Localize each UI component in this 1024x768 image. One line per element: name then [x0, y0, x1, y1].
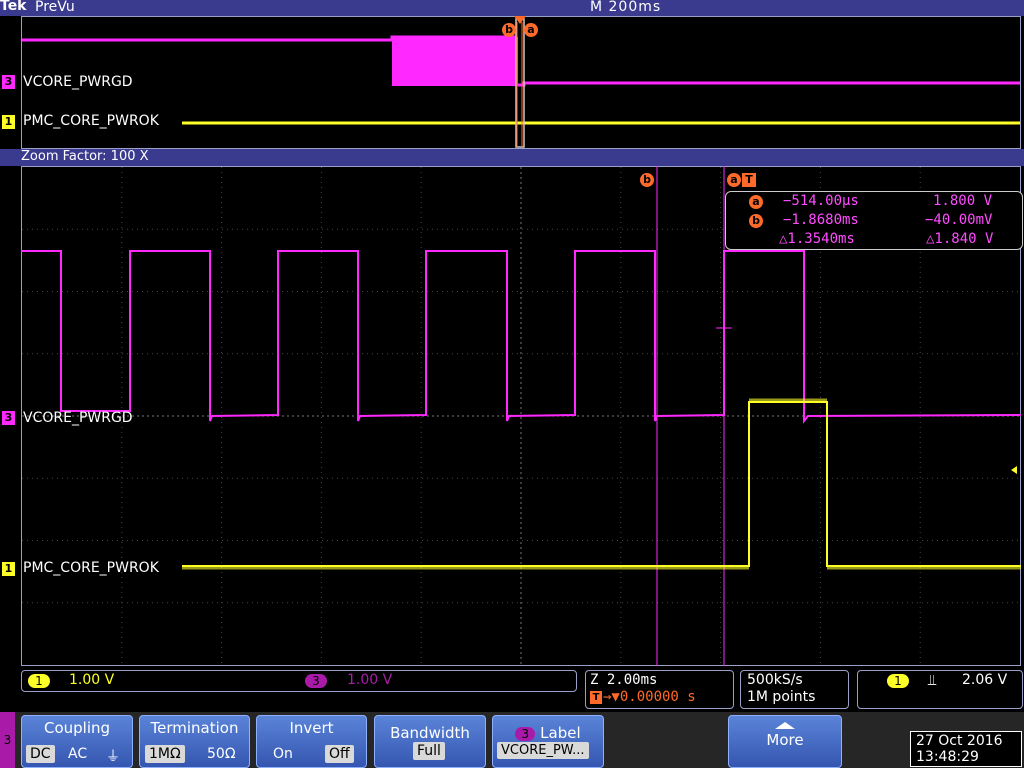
acquisition-panel[interactable]: 500kS/s 1M points	[740, 670, 849, 709]
termination-50ohm-option[interactable]: 50Ω	[203, 745, 240, 763]
timebase-readout: M 200ms	[590, 0, 662, 15]
ch3-trace	[21, 250, 1022, 424]
sample-rate: 500kS/s	[747, 672, 803, 688]
overview-ch1-marker[interactable]: 1	[2, 115, 15, 129]
coupling-ac-option[interactable]: AC	[64, 745, 91, 763]
bandwidth-button[interactable]: Bandwidth Full	[374, 715, 486, 768]
zoom-factor-label: Zoom Factor: 100 X	[21, 149, 149, 164]
termination-title: Termination	[150, 719, 239, 737]
ch3-ground-marker[interactable]: 3	[2, 411, 15, 425]
ch1-ground-marker[interactable]: 1	[2, 562, 15, 576]
trigger-position-icon[interactable]: T	[742, 173, 756, 187]
invert-title: Invert	[289, 719, 334, 737]
more-title: More	[766, 731, 804, 749]
cursor-b-badge[interactable]: b	[640, 173, 654, 187]
record-length: 1M points	[747, 689, 816, 705]
bandwidth-value: Full	[413, 742, 445, 760]
zoom-bar	[0, 149, 1024, 166]
ch3-scale-badge: 3	[305, 674, 327, 688]
readout-a-voltage: 1.800 V	[933, 193, 993, 209]
overview-ch3-burst	[392, 37, 518, 86]
coupling-dc-option[interactable]: DC	[26, 745, 55, 763]
label-title-row: 3 Label	[493, 724, 603, 742]
zoom-scale: Z 2.00ms	[590, 672, 658, 688]
overview-ch1-label: PMC_CORE_PWROK	[23, 113, 159, 129]
channel-scale-panel[interactable]: 1 1.00 V 3 1.00 V	[21, 670, 577, 692]
readout-b-time: −1.8680ms	[783, 212, 859, 228]
overview-cursor-a-badge[interactable]: a	[524, 23, 538, 37]
label-value: VCORE_PW...	[497, 742, 589, 759]
acquisition-mode: PreVu	[35, 0, 75, 15]
invert-button[interactable]: Invert On Off	[256, 715, 367, 768]
menu-channel-indicator: 3	[0, 712, 15, 768]
ch1-trace	[182, 401, 1021, 567]
zoom-position: →▼0.00000 s	[603, 689, 696, 705]
readout-delta-voltage: △1.840 V	[926, 231, 994, 247]
trigger-level: 2.06 V	[962, 672, 1008, 688]
overview-trigger-icon	[514, 16, 526, 24]
ch1-scale-badge: 1	[28, 674, 50, 688]
trigger-panel[interactable]: 1 ⫫ 2.06 V	[857, 670, 1023, 709]
cursor-readout: a −514.00µs 1.800 V b −1.8680ms −40.00mV…	[725, 191, 1023, 250]
overview-ch3-low	[518, 81, 1020, 87]
brand-logo: Tek	[0, 0, 27, 14]
overview-traces	[22, 18, 1020, 148]
invert-off-option[interactable]: Off	[325, 745, 354, 763]
label-title: Label	[540, 724, 581, 742]
date: 27 Oct 2016	[916, 733, 1003, 749]
bandwidth-title: Bandwidth	[390, 724, 470, 742]
coupling-title: Coupling	[43, 719, 111, 737]
overview-ch3-label: VCORE_PWRGD	[23, 74, 133, 90]
cursor-a-badge[interactable]: a	[727, 173, 741, 187]
coupling-ground-icon[interactable]: ⏚	[102, 745, 124, 767]
ch1-scale: 1.00 V	[69, 672, 115, 688]
label-button[interactable]: 3 Label VCORE_PW...	[492, 715, 604, 768]
trigger-level-marker	[1011, 466, 1017, 474]
date-time-display: 27 Oct 2016 13:48:29	[910, 731, 1022, 767]
status-bar	[0, 0, 1024, 16]
trigger-slope-icon: ⫫	[928, 671, 937, 689]
readout-a-badge: a	[749, 195, 763, 209]
overview-cursor-b-badge[interactable]: b	[502, 23, 516, 37]
more-button[interactable]: More	[728, 715, 842, 768]
trigger-delay-icon: T	[590, 691, 602, 704]
invert-on-option[interactable]: On	[269, 745, 297, 763]
readout-a-time: −514.00µs	[783, 193, 859, 209]
ch1-waveform-label: PMC_CORE_PWROK	[23, 560, 159, 576]
time: 13:48:29	[916, 749, 979, 765]
overview-ch3-marker[interactable]: 3	[2, 75, 15, 89]
readout-b-badge: b	[749, 214, 763, 228]
horizontal-panel[interactable]: Z 2.00ms T →▼0.00000 s	[585, 670, 734, 709]
termination-1mohm-option[interactable]: 1MΩ	[145, 745, 185, 763]
coupling-button[interactable]: Coupling DC AC ⏚	[21, 715, 133, 768]
readout-delta-time: △1.3540ms	[779, 231, 855, 247]
trigger-source-badge: 1	[887, 674, 909, 688]
ch3-waveform-label: VCORE_PWRGD	[23, 410, 133, 426]
ch3-scale: 1.00 V	[347, 672, 393, 688]
label-channel-badge: 3	[515, 727, 536, 741]
overview-window[interactable]	[21, 16, 1021, 149]
chevron-up-icon	[775, 722, 795, 729]
termination-button[interactable]: Termination 1MΩ 50Ω	[139, 715, 250, 768]
readout-b-voltage: −40.00mV	[925, 212, 993, 228]
